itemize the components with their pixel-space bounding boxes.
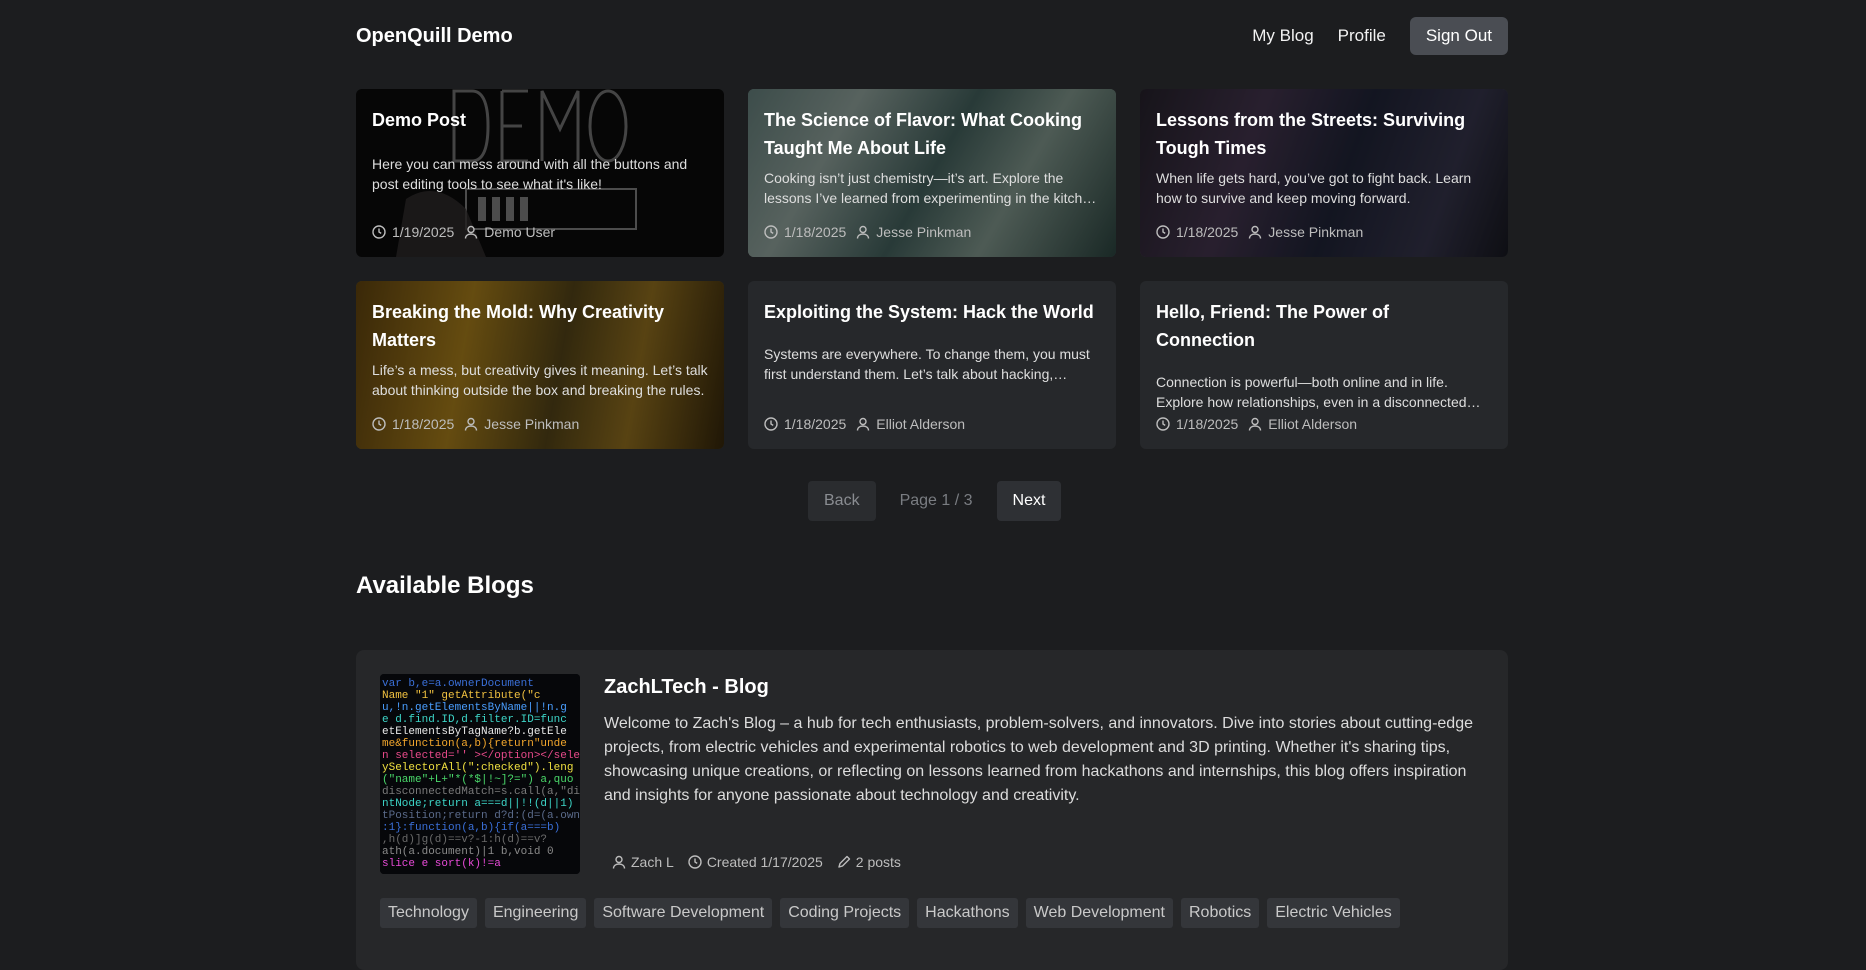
user-icon [464, 417, 478, 431]
user-icon [612, 855, 626, 869]
post-author: Jesse Pinkman [1268, 224, 1364, 240]
top-header: OpenQuill Demo My Blog Profile Sign Out [356, 17, 1508, 57]
tag[interactable]: Hackathons [917, 898, 1018, 928]
clock-icon [688, 855, 702, 869]
back-button[interactable]: Back [808, 481, 876, 521]
post-date: 1/19/2025 [392, 224, 455, 240]
post-date: 1/18/2025 [1176, 224, 1239, 240]
post-card[interactable]: Lessons from the Streets: Surviving Toug… [1140, 89, 1508, 257]
post-excerpt: Systems are everywhere. To change them, … [764, 346, 1090, 382]
tag[interactable]: Electric Vehicles [1267, 898, 1400, 928]
user-icon [856, 417, 870, 431]
post-author: Demo User [484, 224, 556, 240]
pagination: Back Page 1 / 3 Next [808, 481, 1062, 521]
tag[interactable]: Coding Projects [780, 898, 910, 928]
post-excerpt: When life gets hard, you’ve got to fight… [1156, 170, 1472, 206]
next-button[interactable]: Next [996, 481, 1062, 521]
svg-text:ntNode;return a===d||!!(d||1): ntNode;return a===d||!!(d||1) [382, 798, 573, 810]
blog-post-count: 2 posts [855, 854, 901, 870]
top-nav: My Blog Profile Sign Out [1252, 17, 1508, 55]
svg-text:etElementsByTagName?b.getEle: etElementsByTagName?b.getEle [382, 726, 567, 738]
blog-card[interactable]: var b,e=a.ownerDocument Name "1" getAttr… [356, 650, 1508, 970]
brand-title[interactable]: OpenQuill Demo [356, 25, 513, 48]
post-card[interactable]: Hello, Friend: The Power of Connection C… [1140, 281, 1508, 449]
post-title: Demo Post [372, 110, 467, 130]
nav-profile[interactable]: Profile [1338, 26, 1386, 46]
svg-text:,h(d)]g(d)==v?-1:h(d)==v?: ,h(d)]g(d)==v?-1:h(d)==v? [382, 834, 547, 846]
svg-text:Name "1" getAttribute("c: Name "1" getAttribute("c [382, 690, 540, 702]
svg-text:me&function(a,b){return"unde: me&function(a,b){return"unde [382, 738, 567, 750]
blog-author: Zach L [631, 854, 674, 870]
svg-text::1}:function(a,b){if(a===b): :1}:function(a,b){if(a===b) [382, 822, 560, 834]
post-grid: Demo Post Here you can mess around with … [356, 89, 1508, 449]
post-excerpt: Life’s a mess, but creativity gives it m… [372, 362, 708, 398]
sign-out-button[interactable]: Sign Out [1409, 17, 1508, 55]
post-title: The Science of Flavor: What Cooking Taug… [764, 110, 1083, 158]
post-title: Lessons from the Streets: Surviving Toug… [1156, 110, 1466, 158]
post-meta: 1/18/2025 Jesse Pinkman [1156, 224, 1363, 240]
post-card[interactable]: Exploiting the System: Hack the World Sy… [748, 281, 1116, 449]
post-title: Breaking the Mold: Why Creativity Matter… [372, 302, 665, 350]
post-card[interactable]: The Science of Flavor: What Cooking Taug… [748, 89, 1116, 257]
svg-text:ath(a.document)|1 b,void 0: ath(a.document)|1 b,void 0 [382, 846, 554, 858]
post-excerpt: Connection is powerful—both online and i… [1156, 374, 1467, 410]
tag[interactable]: Engineering [484, 898, 587, 928]
clock-icon [372, 225, 386, 239]
blog-created: Created 1/17/2025 [706, 854, 823, 870]
post-excerpt: Here you can mess around with all the bu… [372, 156, 688, 192]
post-title: Hello, Friend: The Power of Connection [1156, 302, 1390, 350]
blog-tags: Technology Engineering Software Developm… [380, 898, 1490, 928]
clock-icon [1156, 225, 1170, 239]
svg-text:disconnectedMatch=s.call(a,"di: disconnectedMatch=s.call(a,"di [382, 786, 580, 798]
post-meta: 1/19/2025 Demo User [372, 224, 555, 240]
svg-text:tPosition;return d?d:(d=(a.own: tPosition;return d?d:(d=(a.own [382, 810, 580, 822]
pencil-icon [837, 855, 851, 869]
post-meta: 1/18/2025 Jesse Pinkman [372, 416, 579, 432]
user-icon [1248, 417, 1262, 431]
post-date: 1/18/2025 [784, 224, 847, 240]
post-date: 1/18/2025 [392, 416, 455, 432]
post-author: Elliot Alderson [876, 416, 966, 432]
blog-meta: Zach L Created 1/17/2025 2 posts [612, 854, 901, 870]
post-meta: 1/18/2025 Elliot Alderson [1156, 416, 1357, 432]
tag[interactable]: Web Development [1025, 898, 1173, 928]
svg-text:ySelectorAll(":checked").leng: ySelectorAll(":checked").leng [382, 762, 573, 774]
clock-icon [1156, 417, 1170, 431]
user-icon [1248, 225, 1262, 239]
post-card[interactable]: Demo Post Here you can mess around with … [356, 89, 724, 257]
clock-icon [764, 225, 778, 239]
clock-icon [764, 417, 778, 431]
blog-title[interactable]: ZachLTech - Blog [604, 676, 769, 699]
post-meta: 1/18/2025 Elliot Alderson [764, 416, 965, 432]
blog-thumbnail: var b,e=a.ownerDocument Name "1" getAttr… [380, 674, 580, 874]
post-card[interactable]: Breaking the Mold: Why Creativity Matter… [356, 281, 724, 449]
tag[interactable]: Technology [380, 898, 477, 928]
page-indicator: Page 1 / 3 [899, 492, 973, 509]
tag[interactable]: Robotics [1181, 898, 1260, 928]
user-icon [464, 225, 478, 239]
post-title: Exploiting the System: Hack the World [764, 302, 1094, 322]
post-date: 1/18/2025 [1176, 416, 1239, 432]
post-meta: 1/18/2025 Jesse Pinkman [764, 224, 971, 240]
tag[interactable]: Software Development [594, 898, 773, 928]
section-title: Available Blogs [356, 572, 534, 599]
post-excerpt: Cooking isn’t just chemistry—it’s art. E… [764, 170, 1098, 206]
svg-text:u,!n.getElementsByName||!n.g: u,!n.getElementsByName||!n.g [382, 702, 567, 714]
clock-icon [372, 417, 386, 431]
user-icon [856, 225, 870, 239]
svg-text:e d.find.ID,d.filter.ID=func: e d.find.ID,d.filter.ID=func [382, 714, 567, 726]
nav-my-blog[interactable]: My Blog [1252, 26, 1313, 46]
svg-text:n selected='' ></option></sele: n selected='' ></option></sele [382, 750, 580, 762]
post-author: Jesse Pinkman [484, 416, 580, 432]
blog-description: Welcome to Zach's Blog – a hub for tech … [604, 715, 1473, 804]
post-date: 1/18/2025 [784, 416, 847, 432]
post-author: Elliot Alderson [1268, 416, 1358, 432]
svg-text:var b,e=a.ownerDocument: var b,e=a.ownerDocument [382, 678, 534, 690]
post-author: Jesse Pinkman [876, 224, 972, 240]
svg-text:slice e sort(k)!=a: slice e sort(k)!=a [382, 858, 501, 870]
svg-text:("name"+L+"*(*$|!~]?=") a,quo: ("name"+L+"*(*$|!~]?=") a,quo [382, 774, 573, 786]
